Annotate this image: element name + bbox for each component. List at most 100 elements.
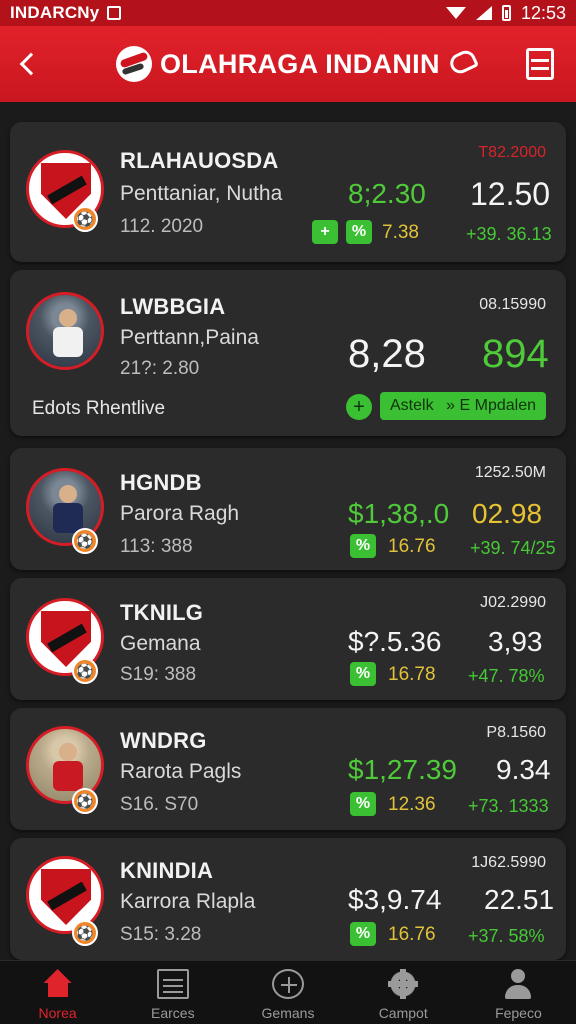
secondary-value: 9.34 (496, 754, 551, 785)
item-title: WNDRG (120, 728, 207, 753)
item-title: TKNILG (120, 600, 204, 625)
nav-home[interactable]: Norea (0, 961, 115, 1024)
wifi-icon (445, 7, 466, 19)
tag-icon (446, 47, 480, 77)
clock: 12:53 (520, 2, 566, 23)
list-item[interactable]: ⚽ HGNDB Parora Ragh 113: 388 1252.50M $1… (10, 448, 566, 570)
item-title: RLAHAUOSDA (120, 148, 279, 173)
secondary-value: 894 (482, 332, 549, 376)
tag-button[interactable] (446, 47, 480, 78)
pill-right-label: » E Mpdalen (446, 397, 536, 414)
page-title: OLAHRAGA INDANIN (160, 48, 440, 79)
change-percent: +73. 1333 (468, 796, 549, 816)
percent-button[interactable]: % (346, 220, 372, 244)
percent-button[interactable]: % (350, 534, 376, 558)
change-percent: +39. 36.13 (466, 224, 552, 244)
player-figure (53, 309, 83, 357)
change-percent: +37. 58% (468, 926, 545, 946)
item-subtitle: Karrora Rlapla (120, 890, 256, 913)
carrier-name: INDARCNy (10, 3, 100, 22)
home-icon (42, 969, 74, 999)
app-bar: OLAHRAGA INDANIN (0, 26, 576, 102)
secondary-value: 12.50 (470, 176, 551, 212)
ball-icon: ⚽ (72, 788, 98, 814)
gear-icon (387, 969, 420, 999)
primary-value: $?.5.36 (348, 626, 442, 657)
pill-left-label: Astelk (390, 397, 434, 414)
back-button[interactable] (0, 26, 56, 102)
nav-fepeco[interactable]: Fepeco (461, 961, 576, 1024)
grid-icon (156, 969, 189, 999)
item-subtitle: Penttaniar, Nutha (120, 182, 283, 205)
ball-icon: ⚽ (72, 206, 98, 232)
nav-label: Gemans (261, 1005, 315, 1021)
item-subtitle: Parora Ragh (120, 502, 240, 525)
plus-circle-icon (272, 969, 304, 999)
list-item[interactable]: ⚽ KNINDIA Karrora Rlapla S15: 3.28 1J62.… (10, 838, 566, 960)
nav-earces[interactable]: Earces (115, 961, 230, 1024)
app-logo (116, 46, 152, 82)
list-item[interactable]: ⚽ WNDRG Rarota Pagls S16. S70 P8.1560 $1… (10, 708, 566, 830)
small-value: 16.76 (388, 536, 436, 557)
percent-button[interactable]: % (350, 922, 376, 946)
ball-icon: ⚽ (72, 658, 98, 684)
item-title: KNINDIA (120, 858, 214, 883)
item-meta: 112. 2020 (120, 216, 204, 237)
item-id: P8.1560 (486, 724, 546, 741)
status-bar: INDARCNy 12:53 (0, 0, 576, 26)
status-icons: 12:53 (445, 2, 566, 24)
item-meta: S19: 388 (120, 664, 197, 685)
primary-value: $1,38,.0 (348, 498, 450, 529)
player-figure (53, 485, 83, 533)
player-avatar (26, 292, 104, 370)
item-meta: 21?: 2.80 (120, 358, 200, 379)
secondary-value: 3,93 (488, 626, 543, 657)
item-id: J02.2990 (480, 594, 546, 611)
nav-campot[interactable]: Campot (346, 961, 461, 1024)
item-id: 1J62.5990 (471, 854, 546, 871)
item-meta: 113: 388 (120, 536, 193, 557)
signal-icon (475, 6, 492, 20)
small-value: 16.76 (388, 924, 436, 945)
player-figure (53, 743, 83, 791)
percent-button[interactable]: % (350, 662, 376, 686)
percent-button[interactable]: % (350, 792, 376, 816)
item-meta: S16. S70 (120, 794, 199, 815)
shield-icon (41, 869, 91, 925)
item-subtitle: Rarota Pagls (120, 760, 242, 783)
item-id: 1252.50M (474, 464, 546, 481)
nav-label: Earces (151, 1005, 195, 1021)
battery-icon (501, 5, 511, 21)
match-list: ⚽ RLAHAUOSDA Penttaniar, Nutha 112. 2020… (0, 102, 576, 960)
item-meta: S15: 3.28 (120, 924, 202, 945)
list-item[interactable]: ⚽ RLAHAUOSDA Penttaniar, Nutha 112. 2020… (10, 122, 566, 262)
list-item[interactable]: ⚽ TKNILG Gemana S19: 388 J02.2990 $?.5.3… (10, 578, 566, 700)
secondary-value: 02.98 (472, 498, 543, 529)
item-title: LWBBGIA (120, 294, 226, 319)
ball-icon: ⚽ (72, 920, 98, 946)
change-percent: +39. 74/25 (470, 538, 556, 558)
nav-label: Campot (378, 1005, 428, 1021)
user-icon (502, 969, 534, 999)
small-value: 16.78 (388, 664, 436, 685)
add-button[interactable]: + (346, 394, 372, 420)
primary-value: 8;2.30 (348, 178, 426, 209)
small-value: 7.38 (382, 222, 419, 243)
chevron-left-icon (19, 52, 43, 76)
notification-icon (107, 6, 122, 20)
primary-value: $3,9.74 (348, 884, 442, 915)
item-subtitle: Gemana (120, 632, 201, 655)
item-title: HGNDB (120, 470, 202, 495)
menu-list-button[interactable] (526, 48, 554, 80)
nav-gemans[interactable]: Gemans (230, 961, 345, 1024)
add-button[interactable]: + (312, 220, 338, 244)
item-id: T82.2000 (478, 144, 546, 161)
bottom-nav: Norea Earces Gemans Campot Fepeco (0, 960, 576, 1024)
primary-value: $1,27.39 (348, 754, 457, 785)
action-pill[interactable]: Astelk » E Mpdalen (380, 392, 546, 420)
live-note: Edots Rhentlive (32, 398, 166, 419)
list-item[interactable]: LWBBGIA Perttann,Paina 21?: 2.80 08.1599… (10, 270, 566, 436)
item-subtitle: Perttann,Paina (120, 326, 259, 349)
item-id: 08.15990 (479, 296, 546, 313)
nav-label: Fepeco (495, 1005, 542, 1021)
